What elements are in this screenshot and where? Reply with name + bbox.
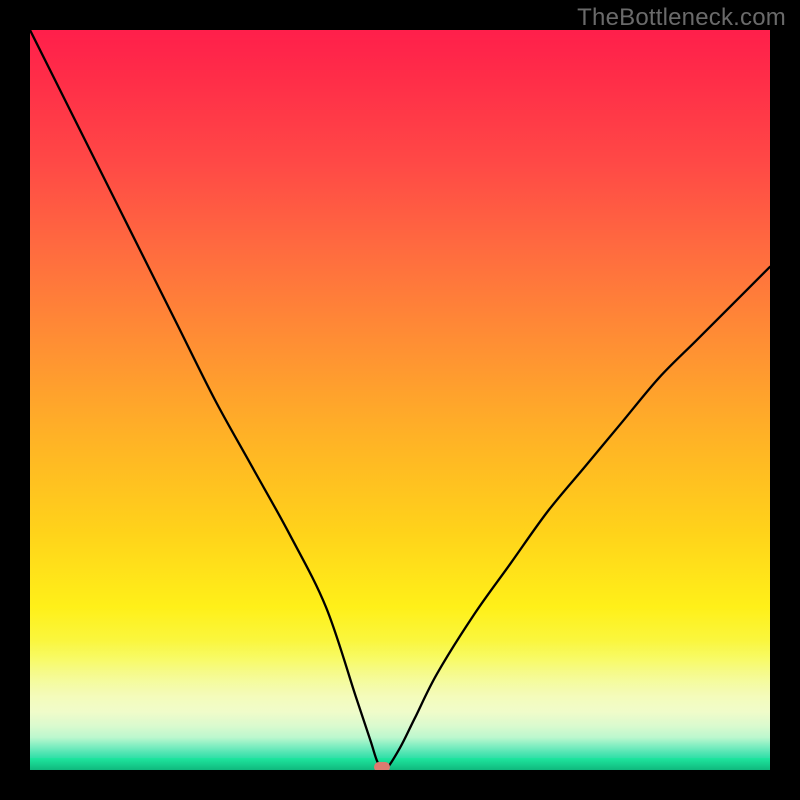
min-marker bbox=[374, 762, 390, 770]
bottleneck-curve-path bbox=[30, 30, 770, 770]
chart-frame: TheBottleneck.com bbox=[0, 0, 800, 800]
curve-svg bbox=[30, 30, 770, 770]
watermark-text: TheBottleneck.com bbox=[577, 4, 786, 32]
plot-area bbox=[30, 30, 770, 770]
